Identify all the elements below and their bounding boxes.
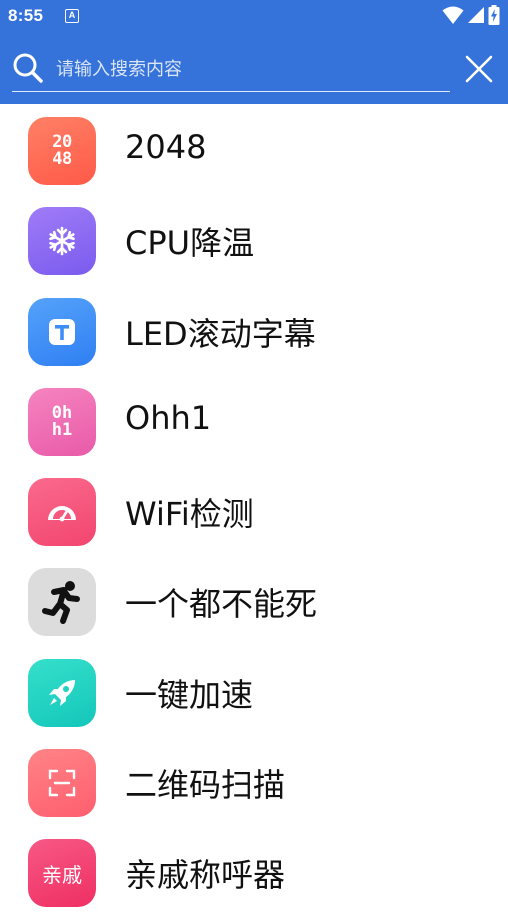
icon-label: 亲戚	[42, 862, 82, 887]
snowflake-icon	[28, 207, 96, 276]
status-icons	[439, 5, 500, 27]
app-name: 一键加速	[125, 675, 254, 714]
qinqi-icon: 亲戚	[28, 839, 96, 908]
scan-glyph	[48, 769, 76, 797]
2048-icon: 20 48	[28, 117, 96, 185]
app-name: 一个都不能死	[125, 585, 318, 624]
list-item-wifi-check[interactable]: WiFi检测	[0, 465, 508, 555]
status-time: 8:55	[8, 6, 44, 25]
runner-glyph	[42, 581, 80, 625]
list-item-relatives-calc[interactable]: 亲戚 亲戚称呼器	[0, 826, 508, 916]
list-item-led-marquee[interactable]: LED滚动字幕	[0, 285, 508, 375]
scan-frame-icon	[28, 749, 96, 818]
app-list: 20 48 2048 CPU降温 LED滚动字幕 0h h1 Ohh1 WiFi…	[0, 104, 508, 917]
search-icon[interactable]	[12, 52, 44, 84]
ohh1-icon: 0h h1	[28, 387, 96, 456]
t-glyph	[49, 318, 75, 345]
status-bar: 8:55 A	[0, 0, 508, 34]
list-item-ohh1[interactable]: 0h h1 Ohh1	[0, 375, 508, 465]
search-input[interactable]	[56, 56, 436, 82]
list-item-2048[interactable]: 20 48 2048	[0, 104, 508, 194]
list-item-cpu-cooling[interactable]: CPU降温	[0, 194, 508, 284]
a-notification-icon: A	[65, 9, 79, 23]
list-item-speed-up[interactable]: 一键加速	[0, 646, 508, 736]
speedometer-icon	[28, 478, 96, 547]
rocket-icon	[28, 658, 96, 727]
app-name: Ohh1	[125, 398, 212, 437]
app-name: 2048	[125, 128, 207, 166]
running-man-icon	[28, 568, 96, 637]
close-icon[interactable]	[462, 52, 496, 86]
list-item-qr-scan[interactable]: 二维码扫描	[0, 736, 508, 826]
snowflake-glyph	[49, 226, 75, 256]
icon-label-line2: 48	[52, 149, 72, 169]
app-name: LED滚动字幕	[125, 314, 316, 353]
app-name: WiFi检测	[125, 495, 254, 534]
search-bar	[0, 34, 508, 104]
app-name: 二维码扫描	[125, 766, 286, 805]
text-t-icon	[28, 297, 96, 366]
app-name: 亲戚称呼器	[125, 856, 286, 895]
header: 8:55 A	[0, 0, 508, 104]
signal-icon	[468, 7, 484, 23]
list-item-cant-die[interactable]: 一个都不能死	[0, 555, 508, 645]
icon-label-line2: h1	[51, 419, 73, 440]
gauge-glyph	[48, 506, 76, 522]
rocket-glyph	[49, 679, 75, 706]
battery-charging-icon	[488, 5, 500, 25]
wifi-icon	[442, 6, 464, 24]
search-underline	[12, 91, 450, 92]
app-name: CPU降温	[125, 224, 255, 263]
